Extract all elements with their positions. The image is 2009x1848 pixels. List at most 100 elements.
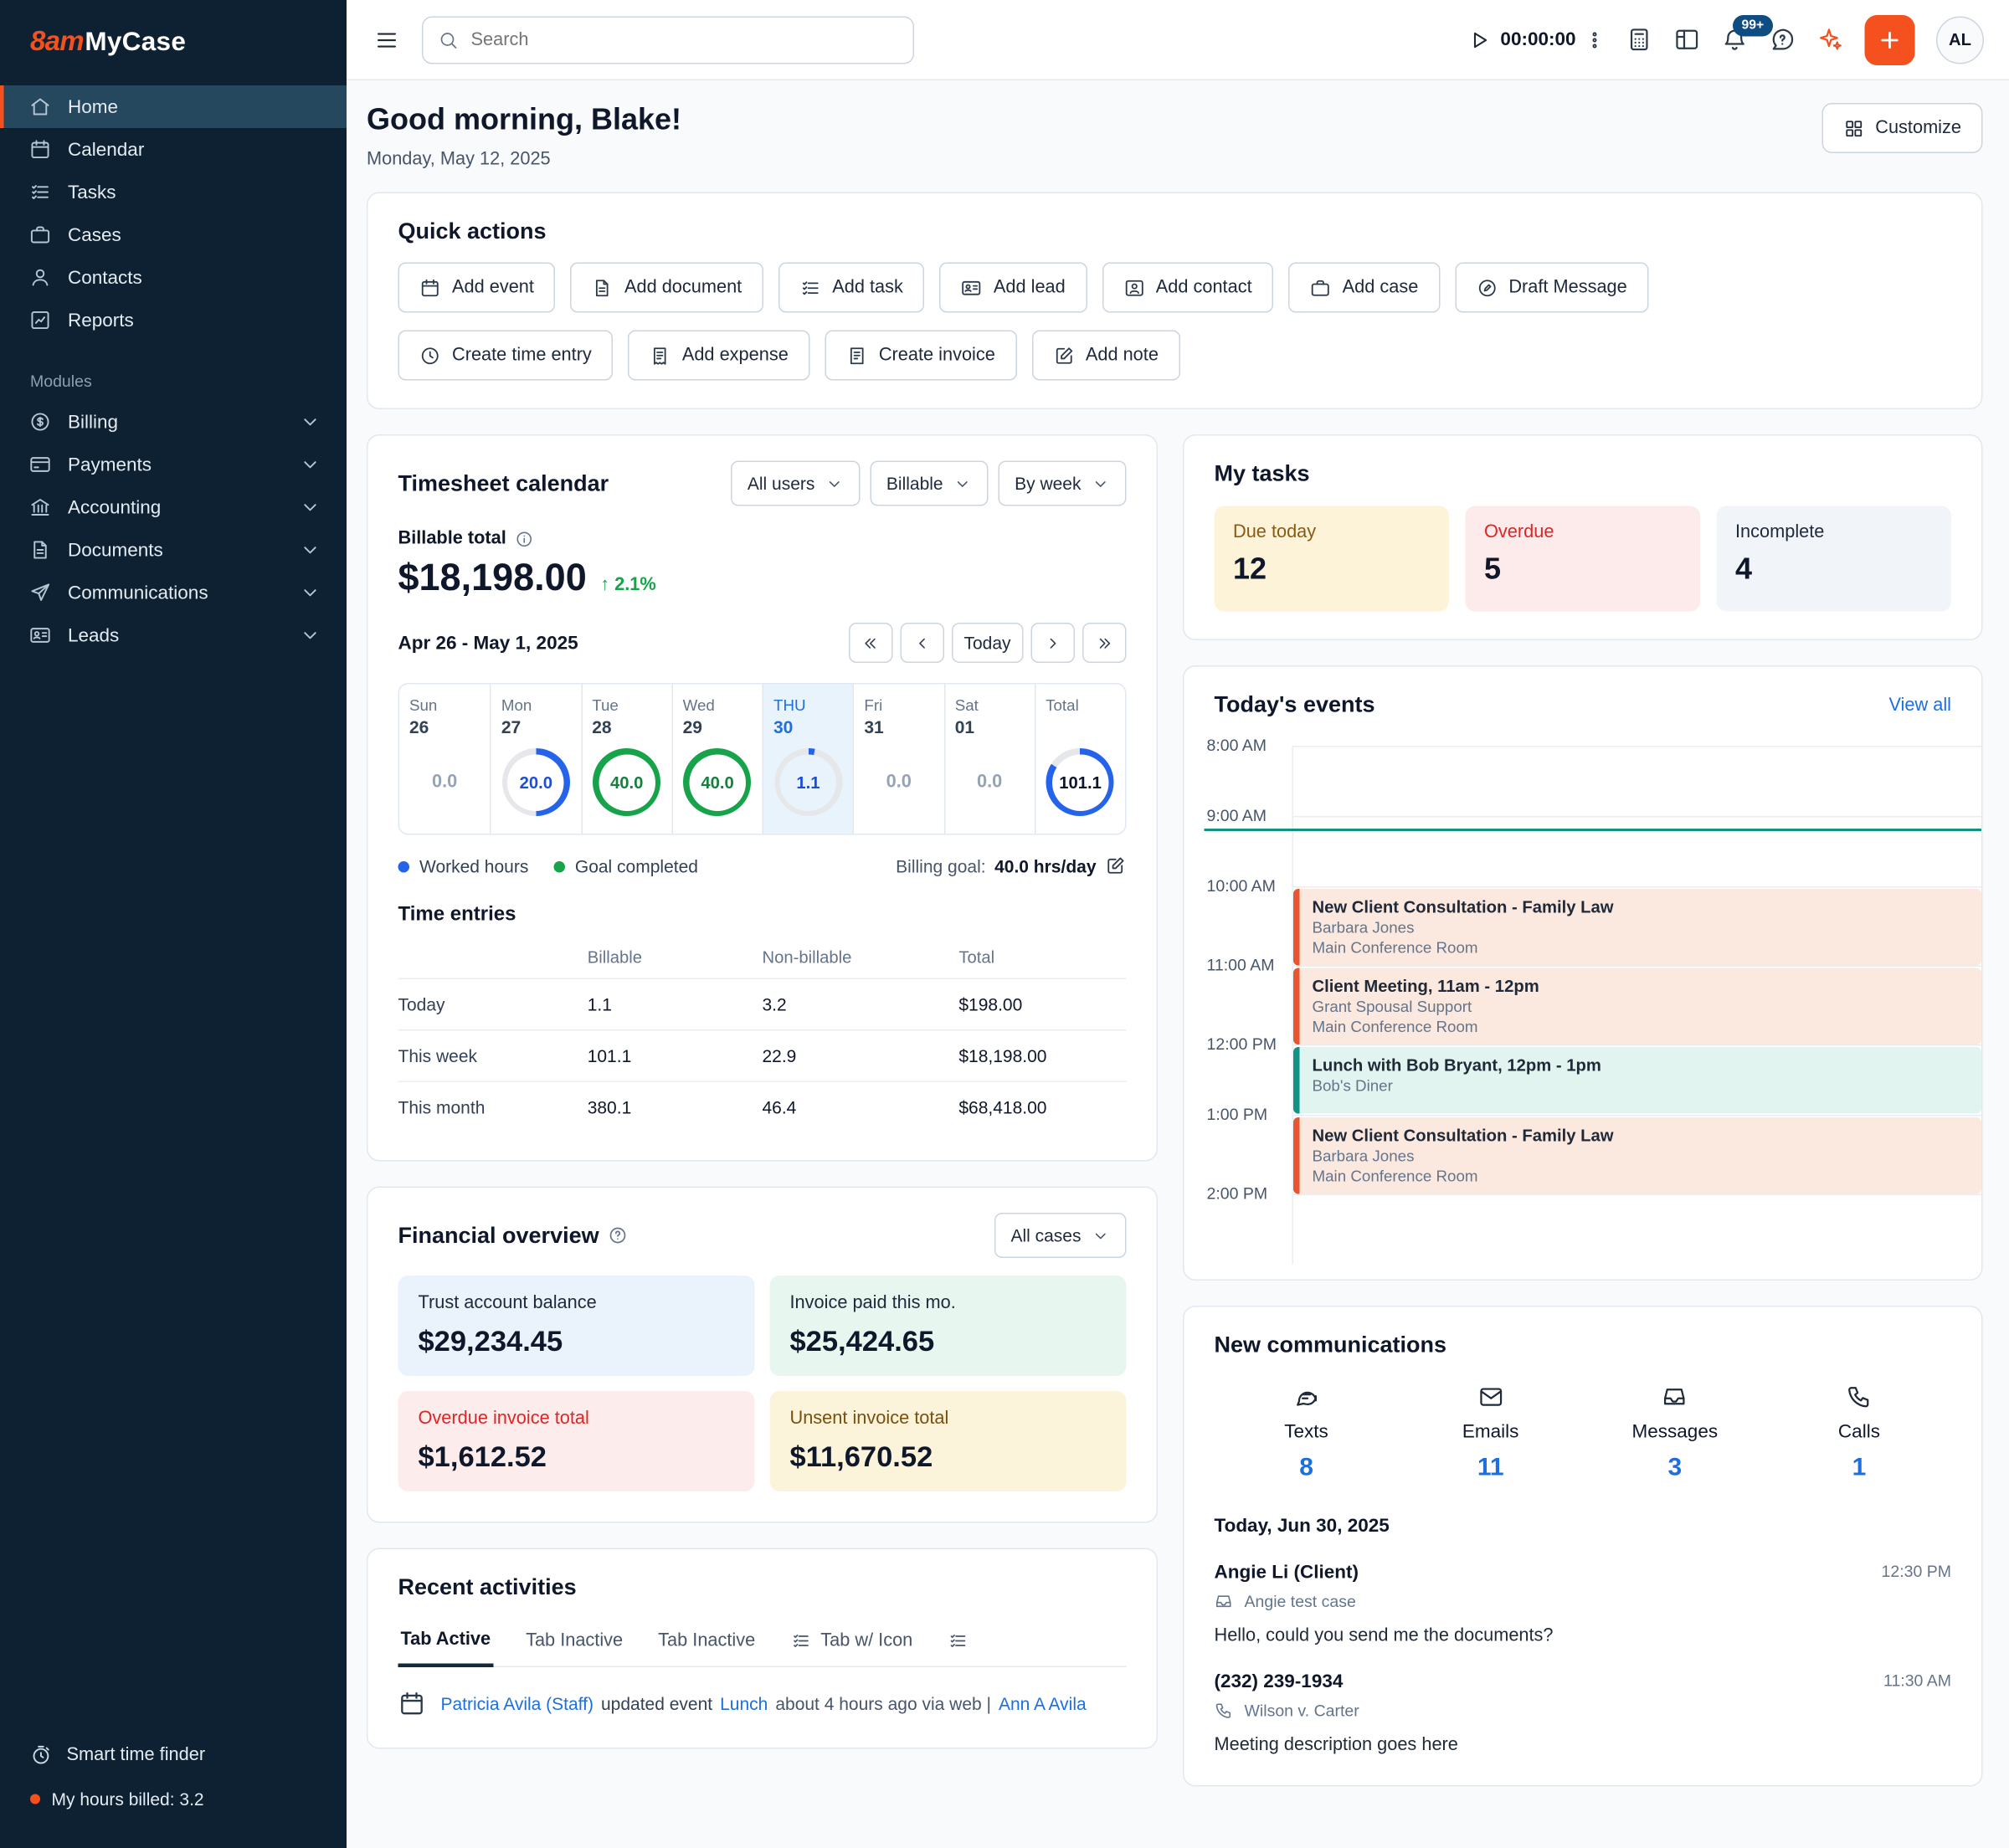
sidebar-item-tasks[interactable]: Tasks	[0, 171, 347, 213]
users-filter-dropdown[interactable]: All users	[731, 461, 860, 506]
tab-with-icon[interactable]: Tab w/ Icon	[788, 1616, 915, 1666]
timesheet-card: Timesheet calendar All users Billable By…	[367, 434, 1158, 1162]
page-title: Good morning, Blake!	[367, 103, 681, 138]
messages-stat[interactable]: Messages 3	[1583, 1383, 1767, 1483]
timesheet-day-total[interactable]: Total 101.1	[1035, 685, 1125, 834]
timesheet-day-sat[interactable]: Sat010.0	[943, 685, 1034, 834]
calls-stat[interactable]: Calls 1	[1767, 1383, 1951, 1483]
timer-widget[interactable]: 00:00:00	[1467, 27, 1605, 52]
sidebar-item-reports[interactable]: Reports	[0, 299, 347, 341]
event-item[interactable]: Lunch with Bob Bryant, 12pm - 1pmBob's D…	[1293, 1047, 1981, 1114]
timesheet-day-tue[interactable]: Tue2840.0	[581, 685, 671, 834]
workflow-button[interactable]	[1674, 27, 1701, 54]
sidebar-item-accounting[interactable]: Accounting	[0, 486, 347, 529]
logo-mycase: MyCase	[85, 28, 186, 58]
sidebar-item-home[interactable]: Home	[0, 85, 347, 128]
activity-related-link[interactable]: Ann A Avila	[999, 1694, 1087, 1714]
tab-active[interactable]: Tab Active	[398, 1616, 494, 1668]
due-today-tile[interactable]: Due today 12	[1215, 506, 1450, 612]
info-icon[interactable]	[515, 529, 534, 548]
emails-stat[interactable]: Emails 11	[1399, 1383, 1583, 1483]
smart-time-finder-button[interactable]: Smart time finder	[30, 1732, 316, 1778]
menu-toggle-button[interactable]	[374, 27, 399, 52]
next-week-button[interactable]	[1031, 623, 1076, 663]
cases-filter-dropdown[interactable]: All cases	[994, 1213, 1127, 1258]
event-item[interactable]: New Client Consultation - Family LawBarb…	[1293, 1117, 1981, 1194]
timesheet-day-mon[interactable]: Mon2720.0	[490, 685, 580, 834]
incomplete-tile[interactable]: Incomplete 4	[1717, 506, 1952, 612]
add-contact-button[interactable]: Add contact	[1102, 263, 1273, 313]
first-week-button[interactable]	[848, 623, 892, 663]
quick-actions-row-2: Create time entry Add expense Create inv…	[398, 331, 1952, 381]
timesheet-day-wed[interactable]: Wed2940.0	[671, 685, 762, 834]
tab-icon-only[interactable]	[945, 1616, 970, 1666]
calculator-button[interactable]	[1626, 27, 1653, 54]
event-hour-lane: Client Meeting, 11am - 12pmGrant Spousal…	[1292, 966, 1982, 1045]
add-document-button[interactable]: Add document	[570, 263, 763, 313]
add-expense-button[interactable]: Add expense	[628, 331, 809, 381]
event-item[interactable]: New Client Consultation - Family LawBarb…	[1293, 889, 1981, 966]
sidebar-item-leads[interactable]: Leads	[0, 614, 347, 657]
activity-target-link[interactable]: Lunch	[720, 1694, 768, 1714]
customize-grid-icon	[1842, 117, 1864, 139]
sidebar-item-cases[interactable]: Cases	[0, 213, 347, 256]
tab-inactive-1[interactable]: Tab Inactive	[523, 1616, 625, 1666]
search-input[interactable]	[471, 29, 898, 49]
communication-entry[interactable]: (232) 239-1934 Wilson v. Carter 11:30 AM…	[1215, 1671, 1952, 1756]
ai-assistant-button[interactable]	[1817, 27, 1844, 54]
draft-message-button[interactable]: Draft Message	[1455, 263, 1648, 313]
hours-billed-status[interactable]: My hours billed: 3.2	[30, 1778, 316, 1820]
communication-entry[interactable]: Angie Li (Client) Angie test case 12:30 …	[1215, 1562, 1952, 1646]
sidebar-item-communications[interactable]: Communications	[0, 572, 347, 614]
sidebar-item-contacts[interactable]: Contacts	[0, 256, 347, 299]
trust-account-balance-tile[interactable]: Trust account balance $29,234.45	[398, 1276, 755, 1376]
day-of-week-label: Mon	[501, 697, 571, 715]
create-invoice-button[interactable]: Create invoice	[825, 331, 1016, 381]
create-time-entry-button[interactable]: Create time entry	[398, 331, 614, 381]
texts-stat[interactable]: Texts 8	[1215, 1383, 1399, 1483]
tab-inactive-2[interactable]: Tab Inactive	[655, 1616, 758, 1666]
sidebar-item-payments[interactable]: Payments	[0, 444, 347, 486]
overdue-tile[interactable]: Overdue 5	[1466, 506, 1701, 612]
add-case-button[interactable]: Add case	[1288, 263, 1440, 313]
today-button[interactable]: Today	[951, 623, 1023, 663]
invoice-paid-tile[interactable]: Invoice paid this mo. $25,424.65	[770, 1276, 1127, 1376]
quick-add-button[interactable]	[1865, 14, 1915, 64]
timesheet-day-thu[interactable]: THU301.1	[763, 685, 853, 834]
billable-filter-dropdown[interactable]: Billable	[870, 461, 988, 506]
overdue-invoice-tile[interactable]: Overdue invoice total $1,612.52	[398, 1391, 755, 1491]
event-hour-label: 11:00 AM	[1184, 956, 1292, 1035]
app-window: 8am MyCase Home Calendar Tasks Cases	[0, 0, 2009, 1848]
activity-actor-link[interactable]: Patricia Avila (Staff)	[441, 1694, 593, 1714]
add-event-button[interactable]: Add event	[398, 263, 556, 313]
sidebar-item-documents[interactable]: Documents	[0, 529, 347, 572]
customize-button[interactable]: Customize	[1821, 103, 1983, 153]
period-filter-dropdown[interactable]: By week	[999, 461, 1127, 506]
timesheet-day-sun[interactable]: Sun260.0	[399, 685, 490, 834]
recent-activities-tabs: Tab Active Tab Inactive Tab Inactive Tab…	[398, 1616, 1127, 1668]
view-all-link[interactable]: View all	[1888, 695, 1951, 715]
sidebar: 8am MyCase Home Calendar Tasks Cases	[0, 0, 347, 1848]
unsent-invoice-tile[interactable]: Unsent invoice total $11,670.52	[770, 1391, 1127, 1491]
timesheet-day-fri[interactable]: Fri310.0	[853, 685, 943, 834]
sidebar-nav: Home Calendar Tasks Cases Contacts Repor…	[0, 85, 347, 657]
previous-week-button[interactable]	[900, 623, 944, 663]
user-avatar[interactable]: AL	[1936, 16, 1984, 64]
notifications-button[interactable]: 99+	[1722, 27, 1749, 54]
event-item[interactable]: Client Meeting, 11am - 12pmGrant Spousal…	[1293, 968, 1981, 1045]
edit-goal-icon[interactable]	[1105, 855, 1127, 877]
sidebar-item-label: Cases	[68, 224, 121, 246]
table-row[interactable]: This week 101.1 22.9 $18,198.00	[398, 1030, 1127, 1082]
table-row[interactable]: This month 380.1 46.4 $68,418.00	[398, 1081, 1127, 1132]
help-icon[interactable]	[608, 1225, 628, 1245]
help-chat-button[interactable]	[1770, 27, 1796, 54]
add-lead-button[interactable]: Add lead	[939, 263, 1087, 313]
add-task-button[interactable]: Add task	[778, 263, 925, 313]
sidebar-item-billing[interactable]: Billing	[0, 401, 347, 444]
kebab-menu-icon[interactable]	[1585, 29, 1605, 49]
table-row[interactable]: Today 1.1 3.2 $198.00	[398, 978, 1127, 1030]
last-week-button[interactable]	[1082, 623, 1127, 663]
tasks-icon	[799, 277, 821, 299]
add-note-button[interactable]: Add note	[1031, 331, 1179, 381]
sidebar-item-calendar[interactable]: Calendar	[0, 128, 347, 171]
